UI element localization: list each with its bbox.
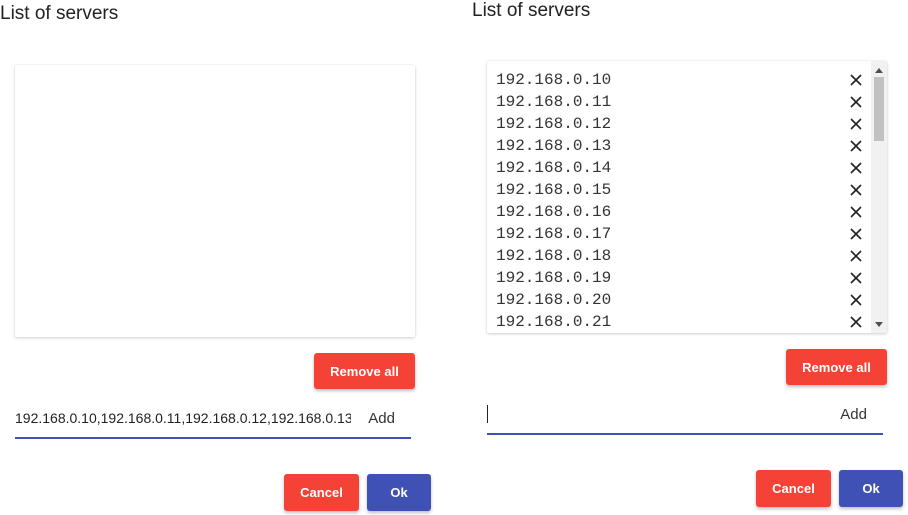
close-icon[interactable] [845, 201, 867, 223]
list-scrollbar[interactable] [871, 61, 887, 333]
dialog-title: List of servers [472, 0, 591, 21]
list-item: 192.168.0.14 [487, 157, 871, 179]
close-icon[interactable] [845, 113, 867, 135]
server-list-content: 192.168.0.10 192.168.0.11 192.168.0.12 192.… [487, 61, 871, 333]
cancel-button[interactable]: Cancel [284, 474, 359, 511]
ok-button[interactable]: Ok [839, 470, 903, 507]
close-icon[interactable] [845, 311, 867, 333]
add-button[interactable]: Add [352, 401, 411, 435]
server-list-content [15, 65, 399, 337]
server-address: 192.168.0.19 [496, 269, 612, 287]
close-icon[interactable] [845, 91, 867, 113]
list-item: 192.168.0.11 [487, 91, 871, 113]
arrow-down-icon[interactable] [871, 317, 887, 331]
scrollbar-thumb[interactable] [874, 77, 884, 141]
server-address: 192.168.0.10 [496, 71, 612, 89]
remove-all-button[interactable]: Remove all [314, 353, 415, 389]
server-address: 192.168.0.13 [496, 137, 612, 155]
server-address: 192.168.0.15 [496, 181, 612, 199]
list-item: 192.168.0.17 [487, 223, 871, 245]
cancel-button[interactable]: Cancel [756, 470, 831, 507]
ok-button[interactable]: Ok [367, 474, 431, 511]
server-list-dialog-empty: List of servers Remove all Add Cancel Ok [0, 0, 440, 515]
server-address: 192.168.0.17 [496, 225, 612, 243]
list-item: 192.168.0.20 [487, 289, 871, 311]
server-address: 192.168.0.14 [496, 159, 612, 177]
server-address: 192.168.0.21 [496, 313, 612, 331]
server-address: 192.168.0.11 [496, 93, 612, 111]
server-address: 192.168.0.16 [496, 203, 612, 221]
close-icon[interactable] [845, 135, 867, 157]
list-item: 192.168.0.19 [487, 267, 871, 289]
server-address: 192.168.0.12 [496, 115, 612, 133]
server-address: 192.168.0.18 [496, 247, 612, 265]
list-item: 192.168.0.21 [487, 311, 871, 333]
server-input-field: Add [487, 397, 883, 435]
close-icon[interactable] [845, 179, 867, 201]
server-list-dialog-filled: List of servers 192.168.0.10 192.168.0.11… [472, 0, 908, 515]
close-icon[interactable] [845, 69, 867, 91]
close-icon[interactable] [845, 223, 867, 245]
add-button[interactable]: Add [824, 397, 883, 431]
server-input[interactable] [15, 401, 351, 435]
server-list [15, 65, 415, 337]
list-item: 192.168.0.18 [487, 245, 871, 267]
list-item: 192.168.0.15 [487, 179, 871, 201]
server-address: 192.168.0.20 [496, 291, 612, 309]
server-input-field: Add [15, 401, 411, 439]
arrow-up-icon[interactable] [871, 63, 887, 77]
list-item: 192.168.0.12 [487, 113, 871, 135]
close-icon[interactable] [845, 267, 867, 289]
dialog-title: List of servers [0, 3, 119, 24]
close-icon[interactable] [845, 245, 867, 267]
close-icon[interactable] [845, 289, 867, 311]
list-item: 192.168.0.10 [487, 69, 871, 91]
server-input[interactable] [487, 397, 823, 431]
server-list: 192.168.0.10 192.168.0.11 192.168.0.12 192.… [487, 61, 887, 333]
remove-all-button[interactable]: Remove all [786, 349, 887, 385]
list-item: 192.168.0.16 [487, 201, 871, 223]
list-item: 192.168.0.13 [487, 135, 871, 157]
close-icon[interactable] [845, 157, 867, 179]
